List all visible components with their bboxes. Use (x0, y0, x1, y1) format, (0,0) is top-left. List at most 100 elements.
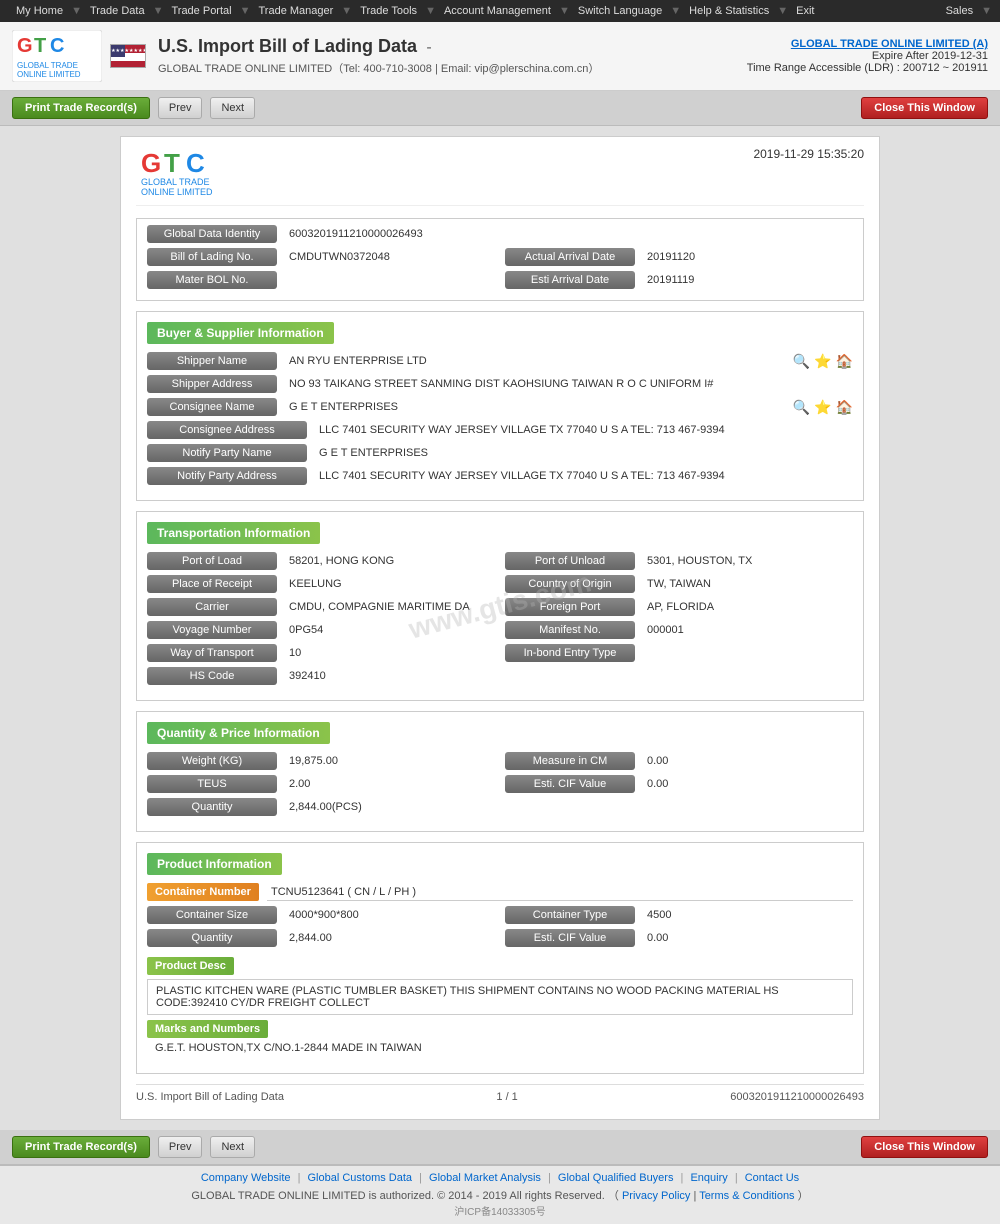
teus-cif-row: TEUS 2.00 Esti. CIF Value 0.00 (147, 775, 853, 798)
svg-text:G: G (141, 148, 161, 178)
manifest-no-label: Manifest No. (505, 621, 635, 639)
next-button-bottom[interactable]: Next (210, 1136, 255, 1158)
consignee-address-value: LLC 7401 SECURITY WAY JERSEY VILLAGE TX … (315, 422, 853, 438)
measure-cm-value: 0.00 (643, 753, 853, 769)
star-shipper-icon[interactable]: ⭐ (814, 353, 831, 370)
nav-trade-tools[interactable]: Trade Tools (352, 5, 425, 17)
nav-sales[interactable]: Sales (938, 5, 982, 17)
divider1: | (298, 1172, 301, 1184)
close-button-bottom[interactable]: Close This Window (861, 1136, 988, 1158)
marks-numbers-area: Marks and Numbers G.E.T. HOUSTON,TX C/NO… (147, 1020, 853, 1058)
port-of-load-row: Port of Load 58201, HONG KONG (147, 552, 495, 570)
home-shipper-icon[interactable]: 🏠 (836, 353, 853, 370)
in-bond-entry-value (643, 651, 853, 655)
nav-trade-data[interactable]: Trade Data (82, 5, 153, 17)
print-button-top[interactable]: Print Trade Record(s) (12, 97, 150, 119)
search-consignee-icon[interactable]: 🔍 (793, 399, 810, 416)
notify-party-address-label: Notify Party Address (147, 467, 307, 485)
doc-header: G T C GLOBAL TRADE ONLINE LIMITED 2019-1… (136, 147, 864, 206)
bill-of-lading-row: Bill of Lading No. CMDUTWN0372048 (147, 248, 495, 266)
voyage-manifest-row: Voyage Number 0PG54 Manifest No. 000001 (147, 621, 853, 644)
master-bol-col: Mater BOL No. (147, 271, 495, 294)
svg-text:T: T (34, 35, 46, 57)
quantity-price-section: Quantity & Price Information Weight (KG)… (136, 711, 864, 832)
document-container: G T C GLOBAL TRADE ONLINE LIMITED 2019-1… (120, 136, 880, 1120)
global-customs-link[interactable]: Global Customs Data (308, 1172, 413, 1184)
quantity2-label: Quantity (147, 929, 277, 947)
master-bol-label: Mater BOL No. (147, 271, 277, 289)
divider3: | (548, 1172, 551, 1184)
page-header: G T C GLOBAL TRADE ONLINE LIMITED ★★★★★★… (0, 22, 1000, 91)
next-button-top[interactable]: Next (210, 97, 255, 119)
contact-us-link[interactable]: Contact Us (745, 1172, 799, 1184)
consignee-address-row: Consignee Address LLC 7401 SECURITY WAY … (147, 421, 853, 439)
search-shipper-icon[interactable]: 🔍 (793, 353, 810, 370)
nav-switch-language[interactable]: Switch Language (570, 5, 670, 17)
star-consignee-icon[interactable]: ⭐ (814, 399, 831, 416)
weight-measure-row: Weight (KG) 19,875.00 Measure in CM 0.00 (147, 752, 853, 775)
shipper-address-label: Shipper Address (147, 375, 277, 393)
hs-code-value: 392410 (285, 668, 853, 684)
master-bol-number-row: Mater BOL No. (147, 271, 495, 289)
account-company-link[interactable]: GLOBAL TRADE ONLINE LIMITED (A) (791, 38, 988, 50)
expire-date: Expire After 2019-12-31 (747, 50, 988, 62)
carrier-value: CMDU, COMPAGNIE MARITIME DA (285, 599, 495, 615)
nav-exit[interactable]: Exit (788, 5, 822, 17)
prev-button-bottom[interactable]: Prev (158, 1136, 203, 1158)
consignee-action-icons: 🔍 ⭐ 🏠 (793, 399, 853, 416)
toolbar-top: Print Trade Record(s) Prev Next Close Th… (0, 91, 1000, 126)
product-info-header: Product Information (147, 853, 282, 875)
teus-label: TEUS (147, 775, 277, 793)
container-size-type-row: Container Size 4000*900*800 Container Ty… (147, 906, 853, 929)
privacy-policy-link[interactable]: Privacy Policy (622, 1190, 690, 1202)
quantity-value: 2,844.00(PCS) (285, 799, 853, 815)
global-data-identity-value: 6003201911210000026493 (285, 226, 853, 242)
home-consignee-icon[interactable]: 🏠 (836, 399, 853, 416)
nav-trade-manager[interactable]: Trade Manager (250, 5, 341, 17)
global-qualified-link[interactable]: Global Qualified Buyers (558, 1172, 674, 1184)
svg-text:GLOBAL TRADE: GLOBAL TRADE (17, 61, 78, 70)
svg-text:GLOBAL TRADE: GLOBAL TRADE (141, 177, 210, 187)
footer-id: 6003201911210000026493 (730, 1091, 864, 1103)
copyright-line: GLOBAL TRADE ONLINE LIMITED is authorize… (12, 1187, 988, 1203)
container-type-value: 4500 (643, 907, 853, 923)
nav-my-home[interactable]: My Home (8, 5, 71, 17)
bol-row: Bill of Lading No. CMDUTWN0372048 Actual… (147, 248, 853, 271)
global-market-link[interactable]: Global Market Analysis (429, 1172, 541, 1184)
main-content: G T C GLOBAL TRADE ONLINE LIMITED 2019-1… (0, 126, 1000, 1130)
enquiry-link[interactable]: Enquiry (690, 1172, 727, 1184)
marks-numbers-header: Marks and Numbers (147, 1020, 268, 1038)
master-bol-value (285, 278, 495, 282)
nav-trade-portal[interactable]: Trade Portal (163, 5, 239, 17)
teus-row: TEUS 2.00 (147, 775, 495, 793)
global-data-identity-label: Global Data Identity (147, 225, 277, 243)
container-size-row: Container Size 4000*900*800 (147, 906, 495, 924)
transport-bond-row: Way of Transport 10 In-bond Entry Type (147, 644, 853, 667)
terms-link[interactable]: Terms & Conditions (699, 1190, 794, 1202)
foreign-port-label: Foreign Port (505, 598, 635, 616)
place-of-receipt-label: Place of Receipt (147, 575, 277, 593)
bill-of-lading-value: CMDUTWN0372048 (285, 249, 495, 265)
actual-arrival-label: Actual Arrival Date (505, 248, 635, 266)
nav-help-statistics[interactable]: Help & Statistics (681, 5, 777, 17)
svg-text:C: C (50, 35, 64, 57)
teus-value: 2.00 (285, 776, 495, 792)
port-of-load-value: 58201, HONG KONG (285, 553, 495, 569)
consignee-name-row: Consignee Name G E T ENTERPRISES 🔍 ⭐ 🏠 (147, 398, 853, 416)
product-desc-value: PLASTIC KITCHEN WARE (PLASTIC TUMBLER BA… (147, 979, 853, 1015)
prev-button-top[interactable]: Prev (158, 97, 203, 119)
esti-arrival-value: 20191119 (643, 272, 853, 288)
way-of-transport-row: Way of Transport 10 (147, 644, 495, 662)
company-website-link[interactable]: Company Website (201, 1172, 291, 1184)
country-of-origin-value: TW, TAIWAN (643, 576, 853, 592)
svg-text:ONLINE LIMITED: ONLINE LIMITED (141, 187, 213, 197)
print-button-bottom[interactable]: Print Trade Record(s) (12, 1136, 150, 1158)
notify-party-name-row: Notify Party Name G E T ENTERPRISES (147, 444, 853, 462)
close-button-top[interactable]: Close This Window (861, 97, 988, 119)
footer-links: Company Website | Global Customs Data | … (12, 1172, 988, 1184)
quantity2-value: 2,844.00 (285, 930, 495, 946)
quantity-price-header: Quantity & Price Information (147, 722, 330, 744)
carrier-label: Carrier (147, 598, 277, 616)
hs-code-row: HS Code 392410 (147, 667, 853, 685)
nav-account-management[interactable]: Account Management (436, 5, 559, 17)
